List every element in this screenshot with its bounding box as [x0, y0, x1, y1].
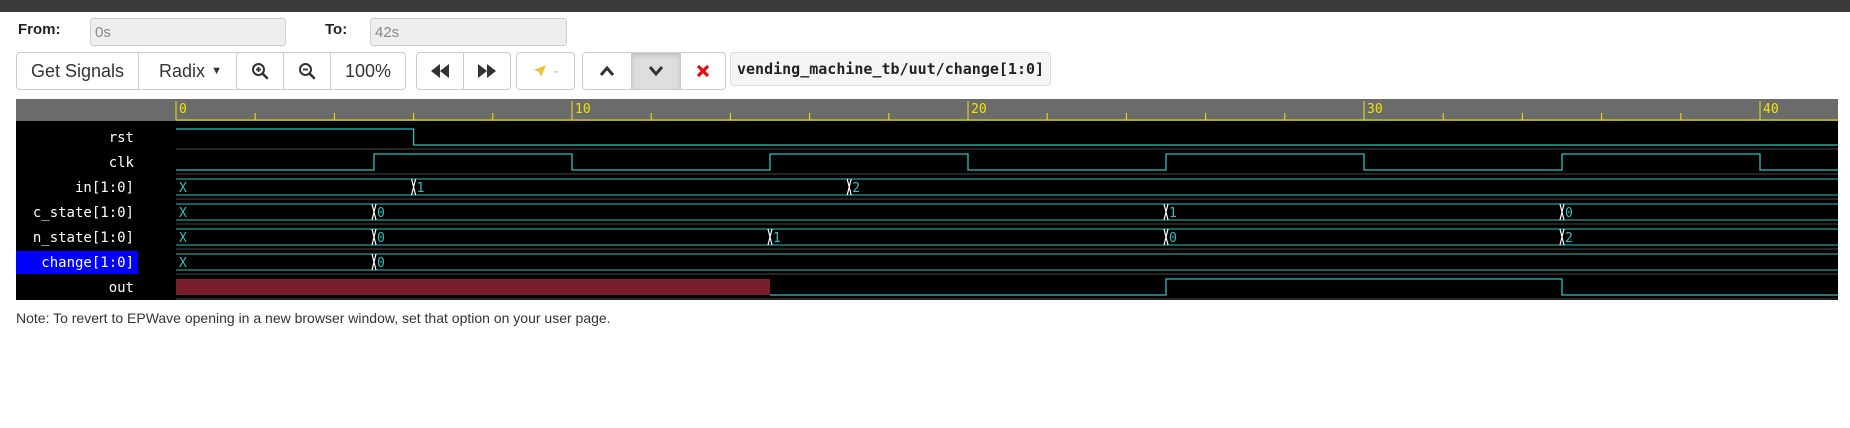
fast-forward-icon [478, 64, 496, 78]
bus-value: 0 [377, 256, 385, 271]
bus-value: 1 [773, 231, 781, 246]
ruler-tick-label: 40 [1763, 102, 1779, 117]
bus-value: X [179, 181, 187, 196]
move-signal-down-button[interactable] [631, 52, 681, 90]
to-label: To: [325, 21, 348, 38]
signal-name[interactable]: change[1:0] [41, 255, 134, 271]
close-icon [696, 64, 710, 78]
waveform-viewer[interactable]: 0 10 20 30 40rstclkin[1:0] X 1 2c_state[1:0] X 0 1… [16, 99, 1838, 300]
ruler-tick-label: 20 [971, 102, 987, 117]
time-ruler [16, 99, 1838, 121]
bus-value: 0 [377, 206, 385, 221]
footer-note: Note: To revert to EPWave opening in a n… [16, 310, 611, 326]
get-signals-button[interactable]: Get Signals [16, 52, 139, 90]
marker-button[interactable]: - [516, 52, 575, 90]
bus-value: X [179, 256, 187, 271]
signal-name[interactable]: in[1:0] [75, 180, 134, 196]
ruler-tick-label: 0 [179, 102, 187, 117]
from-label: From: [18, 21, 61, 38]
chevron-up-icon [599, 65, 615, 76]
zoom-out-icon [299, 63, 316, 80]
next-transition-button[interactable] [463, 52, 511, 90]
signal-name[interactable]: out [109, 280, 134, 296]
unknown-region [176, 279, 770, 295]
marker-button-group: - [516, 52, 575, 90]
navigate-button-group [416, 52, 511, 90]
marker-label: - [553, 62, 558, 80]
selected-signal-path: vending_machine_tb/uut/change[1:0] [730, 52, 1052, 86]
bus-value: 0 [1169, 231, 1177, 246]
ruler-tick-label: 10 [575, 102, 591, 117]
zoom-in-icon [252, 63, 269, 80]
bus-value: 0 [377, 231, 385, 246]
bus-value: 0 [1565, 206, 1573, 221]
chevron-down-icon [648, 66, 664, 77]
zoom-in-button[interactable] [236, 52, 284, 90]
signal-name[interactable]: n_state[1:0] [33, 230, 134, 246]
signal-move-button-group [582, 52, 726, 90]
ruler-tick-label: 30 [1367, 102, 1383, 117]
bus-value: 2 [1565, 231, 1573, 246]
signal-name[interactable]: c_state[1:0] [33, 205, 134, 221]
signal-name[interactable]: clk [109, 155, 135, 171]
to-input[interactable] [370, 18, 567, 46]
move-signal-up-button[interactable] [582, 52, 632, 90]
signals-button-group: Get Signals Radix ▼ [16, 52, 243, 90]
bus-value: X [179, 206, 187, 221]
previous-transition-button[interactable] [416, 52, 464, 90]
caret-down-icon: ▼ [211, 65, 222, 77]
bus-value: X [179, 231, 187, 246]
remove-signal-button[interactable] [680, 52, 726, 90]
zoom-level-button[interactable]: 100% [330, 52, 406, 90]
bus-value: 1 [1169, 206, 1177, 221]
top-bar [0, 0, 1850, 12]
signal-name[interactable]: rst [109, 130, 134, 146]
radix-label: Radix [159, 60, 206, 81]
zoom-button-group: 100% [236, 52, 406, 90]
bus-value: 1 [417, 181, 425, 196]
radix-dropdown[interactable]: Radix ▼ [138, 52, 243, 90]
bus-value: 2 [852, 181, 860, 196]
zoom-out-button[interactable] [283, 52, 331, 90]
from-input[interactable] [90, 18, 286, 46]
location-arrow-icon [534, 65, 546, 77]
fast-backward-icon [431, 64, 449, 78]
